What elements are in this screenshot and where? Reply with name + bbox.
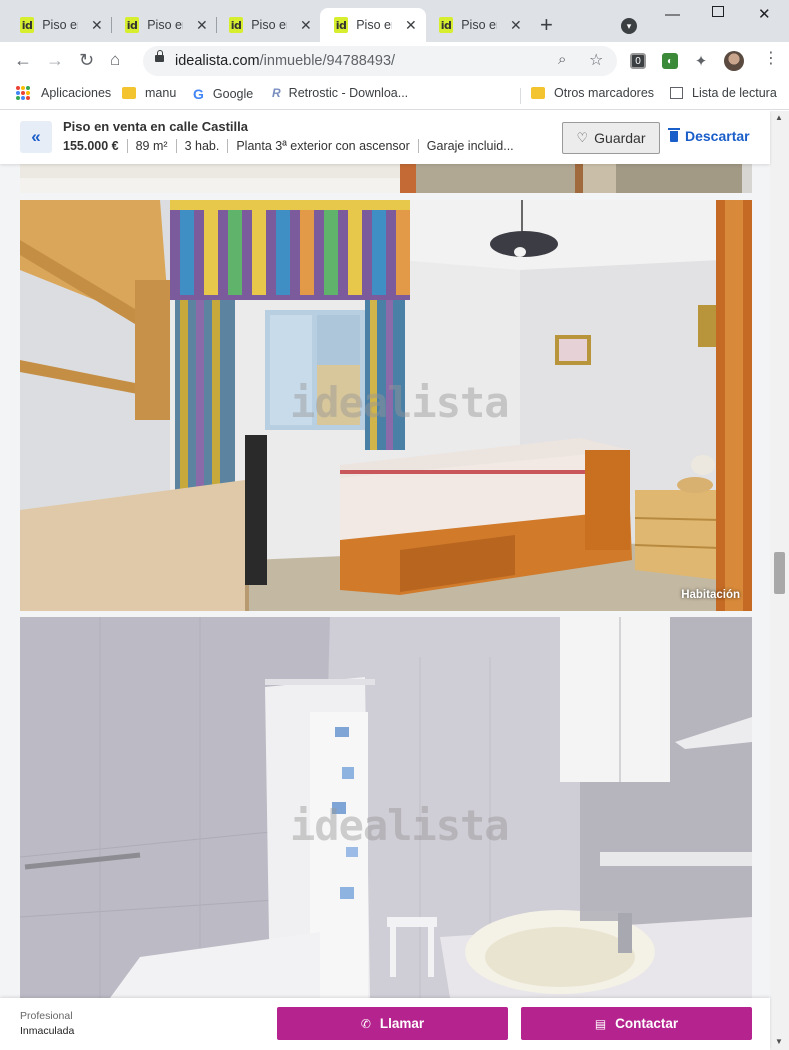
trash-icon bbox=[668, 127, 680, 142]
retrostic-icon: R bbox=[272, 86, 281, 100]
reload-icon[interactable]: ↻ bbox=[79, 50, 94, 70]
page-viewport: « Piso en venta en calle Castilla 155.00… bbox=[0, 111, 789, 1050]
url-text[interactable]: idealista.com/inmueble/94788493/ bbox=[175, 53, 395, 69]
property-facts: 155.000 € 89 m² 3 hab. Planta 3ª exterio… bbox=[63, 139, 522, 153]
property-area: 89 m² bbox=[126, 139, 176, 153]
minimize-icon[interactable]: — bbox=[665, 4, 680, 26]
google-icon: G bbox=[193, 86, 204, 102]
back-chevron-icon[interactable]: « bbox=[20, 121, 52, 153]
back-arrow-icon[interactable]: ← bbox=[14, 50, 32, 70]
phone-icon: ✆ bbox=[360, 1016, 371, 1031]
close-tab-icon[interactable]: ✕ bbox=[299, 17, 313, 34]
scroll-down-icon[interactable]: ▼ bbox=[775, 1037, 783, 1046]
bookmark-label: manu bbox=[145, 86, 177, 100]
idealista-favicon: id bbox=[229, 17, 244, 33]
advertiser-type: Profesional bbox=[20, 1010, 73, 1022]
call-button[interactable]: ✆ Llamar bbox=[277, 1007, 508, 1040]
bookmark-apps[interactable]: Aplicaciones bbox=[16, 86, 111, 100]
bookmark-star-icon[interactable]: ☆ bbox=[589, 50, 603, 70]
bookmark-label: Lista de lectura bbox=[692, 86, 777, 100]
property-title: Piso en venta en calle Castilla bbox=[63, 119, 248, 134]
idealista-watermark: idealista bbox=[290, 378, 510, 427]
bookmark-google[interactable]: G Google bbox=[193, 86, 253, 102]
save-label: Guardar bbox=[594, 130, 646, 146]
new-tab-icon[interactable]: + bbox=[540, 14, 553, 36]
property-garage: Garaje incluid... bbox=[417, 139, 522, 153]
menu-kebab-icon[interactable]: ⋮ bbox=[763, 50, 779, 68]
maximize-icon[interactable] bbox=[712, 6, 724, 17]
heart-icon: ♡ bbox=[576, 130, 589, 145]
url-path: /inmueble/94788493/ bbox=[259, 53, 396, 69]
tab-title: Piso en bbox=[147, 18, 183, 32]
scroll-up-icon[interactable]: ▲ bbox=[775, 113, 783, 122]
bookmark-label: Google bbox=[212, 87, 254, 101]
idealista-favicon: id bbox=[439, 17, 454, 33]
bookmark-reading-list[interactable]: Lista de lectura bbox=[670, 86, 777, 100]
browser-tab-active[interactable]: id Piso en ✕ bbox=[320, 8, 426, 42]
bookmark-label: Aplicaciones bbox=[41, 86, 112, 100]
close-tab-icon[interactable]: ✕ bbox=[404, 17, 418, 34]
page-scrollbar[interactable]: ▲ ▼ bbox=[770, 111, 789, 1050]
bookmark-label: Retrostic - Downloa... bbox=[288, 86, 409, 100]
tab-strip: id Piso en ✕ id Piso en ✕ id Piso en ✕ i… bbox=[0, 0, 789, 42]
bookmarks-separator bbox=[520, 88, 521, 104]
contact-bar: Profesional Inmaculada ✆ Llamar ▤ Contac… bbox=[0, 998, 770, 1050]
bookmark-retrostic[interactable]: R Retrostic - Downloa... bbox=[272, 86, 408, 100]
scrollbar-thumb[interactable] bbox=[774, 552, 785, 594]
home-icon[interactable]: ⌂ bbox=[110, 50, 120, 70]
close-tab-icon[interactable]: ✕ bbox=[195, 17, 209, 34]
extension-image-icon[interactable]: ◐ bbox=[662, 53, 678, 69]
save-button[interactable]: ♡ Guardar bbox=[562, 122, 660, 154]
folder-icon bbox=[531, 87, 545, 99]
property-price: 155.000 € bbox=[63, 139, 119, 153]
extension-zero-icon[interactable]: 0 bbox=[630, 53, 646, 69]
advertiser-name: Inmaculada bbox=[20, 1025, 75, 1037]
browser-tab[interactable]: id Piso en ✕ bbox=[425, 8, 531, 42]
folder-icon bbox=[122, 87, 136, 99]
close-window-icon[interactable]: ✕ bbox=[758, 4, 771, 26]
photo-label: Habitación bbox=[681, 589, 740, 601]
bookmark-label: Otros marcadores bbox=[554, 86, 655, 100]
chat-icon: ▤ bbox=[594, 1016, 607, 1031]
bookmarks-bar: Aplicaciones manu G Google R Retrostic -… bbox=[0, 80, 789, 110]
call-label: Llamar bbox=[379, 1016, 425, 1031]
idealista-favicon: id bbox=[125, 17, 140, 33]
tab-title: Piso en bbox=[356, 18, 392, 32]
tab-search-icon[interactable]: ▾ bbox=[621, 18, 637, 34]
gallery-photo-habitacion[interactable]: idealista Habitación bbox=[20, 200, 752, 611]
gallery-photo-bathroom[interactable]: idealista bbox=[20, 617, 752, 998]
discard-label: Descartar bbox=[685, 128, 750, 144]
idealista-watermark: idealista bbox=[290, 801, 510, 850]
bookmark-folder-manu[interactable]: manu bbox=[122, 86, 176, 100]
property-sticky-header: « Piso en venta en calle Castilla 155.00… bbox=[0, 111, 770, 164]
zoom-icon[interactable]: ⌕ bbox=[558, 51, 566, 68]
apps-grid-icon bbox=[16, 86, 30, 100]
bookmark-other-folder[interactable]: Otros marcadores bbox=[531, 86, 654, 100]
extensions-puzzle-icon[interactable]: ✦ bbox=[693, 53, 709, 70]
browser-tab[interactable]: id Piso en ✕ bbox=[111, 8, 217, 42]
close-tab-icon[interactable]: ✕ bbox=[509, 17, 523, 34]
close-tab-icon[interactable]: ✕ bbox=[90, 17, 104, 34]
tab-title: Piso en bbox=[42, 18, 78, 32]
browser-tab[interactable]: id Piso en ✕ bbox=[6, 8, 112, 42]
tab-title: Piso en bbox=[251, 18, 287, 32]
contact-label: Contactar bbox=[615, 1016, 679, 1031]
address-bar[interactable]: idealista.com/inmueble/94788493/ ⌕ ☆ bbox=[143, 46, 617, 76]
url-host: idealista.com bbox=[175, 53, 260, 69]
property-floor: Planta 3ª exterior con ascensor bbox=[227, 139, 417, 153]
browser-tab[interactable]: id Piso en ✕ bbox=[215, 8, 321, 42]
browser-toolbar: ← → ↻ ⌂ idealista.com/inmueble/94788493/… bbox=[0, 42, 789, 80]
property-rooms: 3 hab. bbox=[175, 139, 228, 153]
reading-list-icon bbox=[670, 87, 683, 99]
idealista-favicon: id bbox=[20, 17, 35, 33]
forward-arrow-icon[interactable]: → bbox=[46, 50, 64, 70]
tab-title: Piso en bbox=[461, 18, 497, 32]
discard-button[interactable]: Descartar bbox=[668, 127, 750, 144]
contact-button[interactable]: ▤ Contactar bbox=[521, 1007, 752, 1040]
profile-avatar[interactable] bbox=[724, 51, 744, 71]
lock-icon[interactable] bbox=[155, 50, 164, 62]
idealista-favicon: id bbox=[334, 17, 349, 33]
